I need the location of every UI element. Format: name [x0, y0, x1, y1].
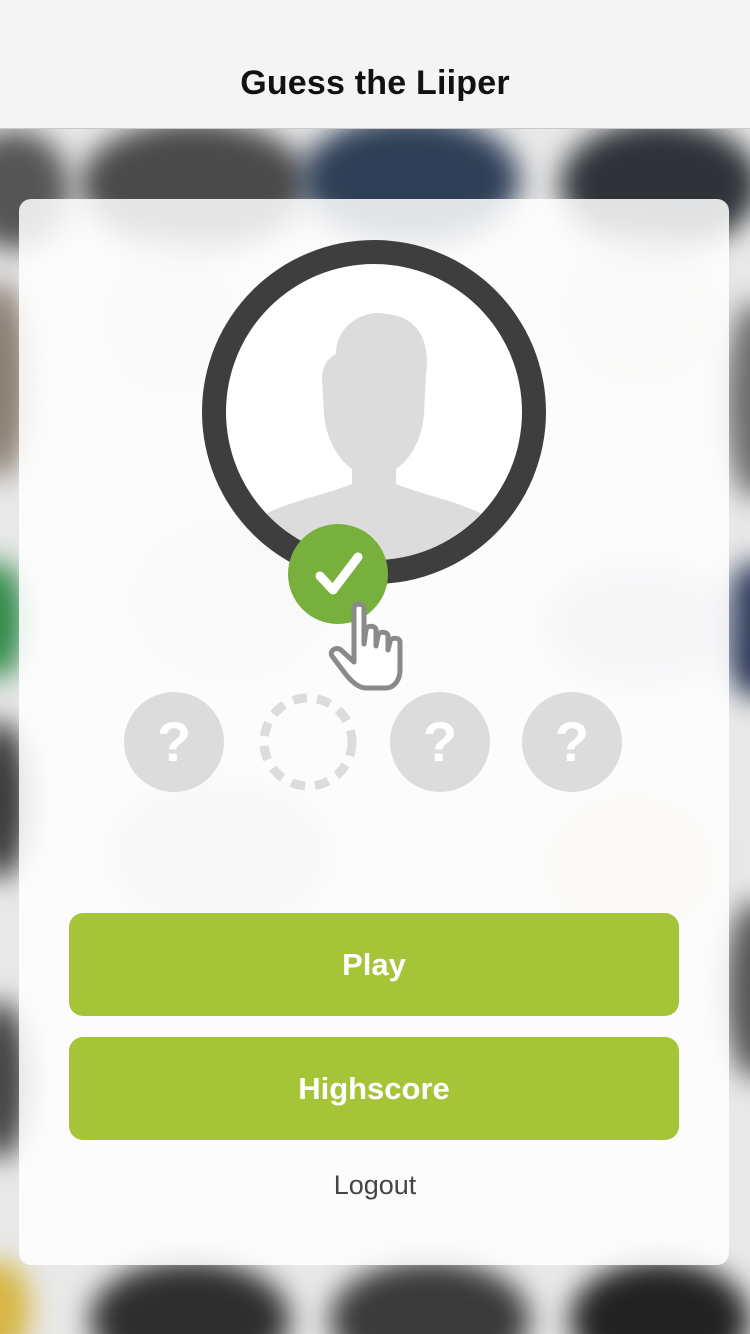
question-mark-icon: ?: [156, 710, 192, 773]
question-mark-icon: ?: [422, 710, 458, 773]
guess-slot-2-empty: [258, 692, 358, 792]
logout-link[interactable]: Logout: [0, 1170, 750, 1201]
status-bar: [0, 0, 750, 40]
hand-pointer-icon: [328, 601, 403, 691]
person-silhouette-icon: [232, 313, 516, 560]
guess-slot-3: ?: [390, 692, 490, 792]
guess-slot-1: ?: [124, 692, 224, 792]
highscore-button[interactable]: Highscore: [69, 1037, 679, 1140]
page-title: Guess the Liiper: [240, 64, 510, 102]
navigation-bar: Guess the Liiper: [0, 0, 750, 129]
question-mark-icon: ?: [554, 710, 590, 773]
avatar-photo-placeholder: [226, 264, 522, 560]
guess-slot-4: ?: [522, 692, 622, 792]
dashed-circle-icon: [259, 693, 357, 791]
play-button[interactable]: Play: [69, 913, 679, 1016]
